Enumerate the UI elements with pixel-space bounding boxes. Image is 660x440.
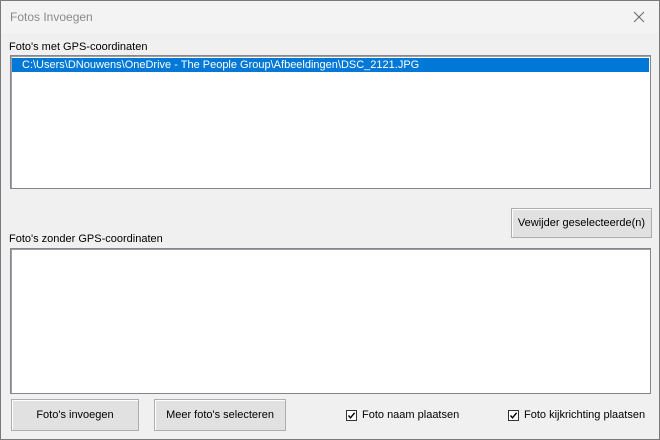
- remove-selected-label: Vewijder geselecteerde(n): [517, 217, 646, 229]
- select-more-photos-label: Meer foto's selecteren: [166, 409, 274, 421]
- checkmark-icon: [509, 411, 518, 419]
- close-button[interactable]: [619, 1, 659, 33]
- no-gps-photos-listbox[interactable]: [10, 248, 651, 394]
- gps-photo-item[interactable]: C:\Users\DNouwens\OneDrive - The People …: [12, 58, 649, 72]
- photo-direction-checkbox-label: Foto kijkrichting plaatsen: [524, 409, 646, 421]
- window-title: Fotos Invoegen: [10, 10, 93, 24]
- gps-photos-listbox[interactable]: C:\Users\DNouwens\OneDrive - The People …: [10, 55, 651, 189]
- checkmark-icon: [347, 411, 356, 419]
- no-gps-photos-label: Foto's zonder GPS-coordinaten: [9, 233, 163, 245]
- select-more-photos-button[interactable]: Meer foto's selecteren: [154, 399, 286, 431]
- remove-selected-button[interactable]: Vewijder geselecteerde(n): [511, 208, 652, 238]
- insert-photos-button[interactable]: Foto's invoegen: [11, 399, 139, 431]
- gps-photos-label: Foto's met GPS-coordinaten: [9, 41, 148, 53]
- close-icon: [633, 11, 645, 23]
- photo-name-checkbox-label: Foto naam plaatsen: [362, 409, 460, 421]
- title-bar: Fotos Invoegen: [1, 1, 659, 33]
- fotos-invoegen-dialog: Fotos Invoegen Foto's met GPS-coordinate…: [0, 0, 660, 440]
- photo-direction-checkbox[interactable]: [508, 409, 519, 421]
- photo-name-checkbox-row[interactable]: Foto naam plaatsen: [346, 409, 459, 421]
- photo-name-checkbox[interactable]: [346, 409, 357, 421]
- insert-photos-label: Foto's invoegen: [36, 409, 114, 421]
- photo-direction-checkbox-row[interactable]: Foto kijkrichting plaatsen: [508, 409, 645, 421]
- gps-photo-path: C:\Users\DNouwens\OneDrive - The People …: [22, 59, 420, 71]
